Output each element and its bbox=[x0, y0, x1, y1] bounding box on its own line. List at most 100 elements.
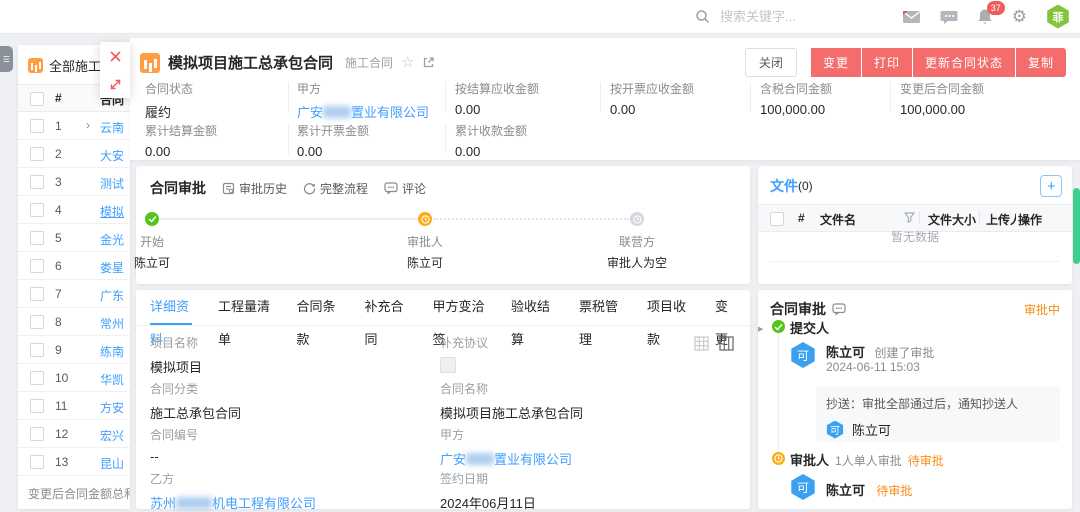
contract-link[interactable]: 方安 bbox=[100, 399, 124, 416]
row-checkbox[interactable] bbox=[30, 203, 44, 217]
tab[interactable]: 甲方变洽签 bbox=[433, 290, 486, 325]
row-checkbox[interactable] bbox=[30, 315, 44, 329]
row-checkbox[interactable] bbox=[30, 119, 44, 133]
flow-step-approver: 审批人 陈立可 bbox=[370, 212, 480, 271]
search-input[interactable] bbox=[718, 8, 882, 25]
tab[interactable]: 验收结算 bbox=[511, 290, 553, 325]
field-contract-name: 合同名称 模拟项目施工总承包合同 bbox=[440, 380, 583, 422]
tab[interactable]: 工程量清单 bbox=[218, 290, 271, 325]
row-expand-icon[interactable]: › bbox=[86, 118, 90, 132]
field-sign-date: 签约日期 2024年06月11日 bbox=[440, 470, 536, 512]
columns-view-icon[interactable] bbox=[719, 336, 734, 351]
user-avatar[interactable]: 菲 bbox=[1046, 5, 1070, 29]
accum-received-link[interactable]: 0.00 bbox=[455, 144, 527, 159]
action-button[interactable]: 更新合同状态 bbox=[913, 48, 1015, 77]
select-all-checkbox[interactable] bbox=[30, 92, 44, 106]
contract-link[interactable]: 云南 bbox=[100, 119, 124, 136]
redacted-text bbox=[466, 453, 494, 465]
contract-row[interactable]: 12 宏兴 bbox=[18, 420, 130, 448]
scrollbar-thumb[interactable] bbox=[1073, 188, 1080, 264]
contract-row[interactable]: 13 昆山 bbox=[18, 448, 130, 476]
contract-link[interactable]: 广东 bbox=[100, 287, 124, 304]
files-count: (0) bbox=[798, 179, 813, 193]
row-checkbox[interactable] bbox=[30, 231, 44, 245]
add-file-button[interactable]: + bbox=[1040, 175, 1062, 197]
row-checkbox[interactable] bbox=[30, 455, 44, 469]
party-a-link[interactable]: 广安置业有限公司 bbox=[440, 452, 572, 467]
submitter-avatar: 可 bbox=[790, 342, 816, 368]
contract-row[interactable]: 10 华凯 bbox=[18, 364, 130, 392]
contract-row[interactable]: 9 练南 bbox=[18, 336, 130, 364]
field-contract-category: 合同分类 施工总承包合同 bbox=[150, 380, 241, 422]
field-amount-after-change: 变更后合同金额100,000.00 bbox=[900, 80, 984, 117]
tab[interactable]: 补充合同 bbox=[365, 290, 407, 325]
field-supplement-agreement: 补充协议 bbox=[440, 334, 488, 373]
contract-link[interactable]: 昆山 bbox=[100, 455, 124, 472]
action-button[interactable]: 复制 bbox=[1016, 48, 1066, 77]
project-link[interactable]: 模拟项目 bbox=[150, 357, 202, 376]
search-icon bbox=[695, 9, 710, 24]
contract-row[interactable]: 8 常州 bbox=[18, 308, 130, 336]
contract-detail-header: 模拟项目施工总承包合同 施工合同 ☆ 关闭 变更打印更新合同状态复制 合同状态履… bbox=[130, 38, 1080, 160]
row-checkbox[interactable] bbox=[30, 147, 44, 161]
tab[interactable]: 变更 bbox=[715, 290, 736, 325]
tab[interactable]: 详细资料 bbox=[150, 290, 192, 325]
files-select-all-checkbox[interactable] bbox=[770, 212, 784, 226]
global-search[interactable] bbox=[695, 0, 882, 33]
comment-link[interactable]: 评论 bbox=[384, 180, 426, 197]
row-number: 8 bbox=[55, 315, 62, 329]
action-button[interactable]: 打印 bbox=[862, 48, 912, 77]
comment-icon[interactable] bbox=[832, 303, 846, 315]
expand-icon[interactable] bbox=[108, 77, 123, 92]
action-button[interactable]: 变更 bbox=[811, 48, 861, 77]
contract-link[interactable]: 大安 bbox=[100, 147, 124, 164]
detail-tabs: 详细资料工程量清单合同条款补充合同甲方变洽签验收结算票税管理项目收款变更 bbox=[136, 290, 750, 326]
contract-row[interactable]: 11 方安 bbox=[18, 392, 130, 420]
row-checkbox[interactable] bbox=[30, 371, 44, 385]
close-button[interactable]: 关闭 bbox=[745, 48, 797, 77]
close-icon[interactable] bbox=[108, 49, 123, 64]
contract-doc-icon bbox=[140, 53, 160, 73]
open-external-icon[interactable] bbox=[422, 56, 435, 69]
settings-gear-icon[interactable]: ⚙ bbox=[1012, 8, 1027, 25]
row-checkbox[interactable] bbox=[30, 259, 44, 273]
contract-doc-icon bbox=[28, 58, 43, 73]
filter-icon[interactable] bbox=[904, 212, 915, 223]
approver-row: 陈立可 待审批 bbox=[826, 480, 912, 499]
field-party-b: 乙方 苏州机电工程有限公司 bbox=[150, 470, 316, 512]
approval-status-badge: 审批中 bbox=[1024, 301, 1060, 318]
contract-link[interactable]: 华凯 bbox=[100, 371, 124, 388]
row-checkbox[interactable] bbox=[30, 287, 44, 301]
row-checkbox[interactable] bbox=[30, 427, 44, 441]
row-checkbox[interactable] bbox=[30, 343, 44, 357]
tab[interactable]: 项目收款 bbox=[647, 290, 689, 325]
chat-icon[interactable] bbox=[940, 9, 958, 25]
approval-history-link[interactable]: 审批历史 bbox=[222, 180, 287, 197]
contract-row[interactable]: 7 广东 bbox=[18, 280, 130, 308]
contract-row[interactable]: 2 大安 bbox=[18, 140, 130, 168]
clock-circle-icon bbox=[630, 212, 644, 226]
contract-row[interactable]: 3 测试 bbox=[18, 168, 130, 196]
full-process-link[interactable]: 完整流程 bbox=[303, 180, 368, 197]
sidebar-collapse-toggle[interactable]: ☰ bbox=[0, 46, 13, 72]
row-checkbox[interactable] bbox=[30, 175, 44, 189]
mail-icon[interactable] bbox=[902, 9, 921, 24]
party-a-link[interactable]: 广安置业有限公司 bbox=[297, 105, 429, 120]
tab[interactable]: 票税管理 bbox=[579, 290, 621, 325]
submitter-row: 陈立可 创建了审批 bbox=[826, 342, 934, 361]
cc-avatar: 可 bbox=[826, 421, 844, 439]
contract-link[interactable]: 常州 bbox=[100, 315, 124, 332]
contract-row[interactable]: 1 › 云南 bbox=[18, 112, 130, 140]
row-number: 1 bbox=[55, 119, 62, 133]
panel-expand-handle[interactable]: ▶ bbox=[758, 318, 767, 340]
supplement-checkbox[interactable] bbox=[440, 357, 456, 373]
accum-invoice-link[interactable]: 0.00 bbox=[297, 144, 369, 159]
contract-link[interactable]: 练南 bbox=[100, 343, 124, 360]
tab[interactable]: 合同条款 bbox=[297, 290, 339, 325]
notification-bell-icon[interactable]: 37 bbox=[977, 8, 993, 25]
row-checkbox[interactable] bbox=[30, 399, 44, 413]
contract-link[interactable]: 宏兴 bbox=[100, 427, 124, 444]
grid-view-icon[interactable] bbox=[694, 336, 709, 351]
contract-link[interactable]: 测试 bbox=[100, 175, 124, 192]
favorite-star-icon[interactable]: ☆ bbox=[401, 55, 414, 70]
